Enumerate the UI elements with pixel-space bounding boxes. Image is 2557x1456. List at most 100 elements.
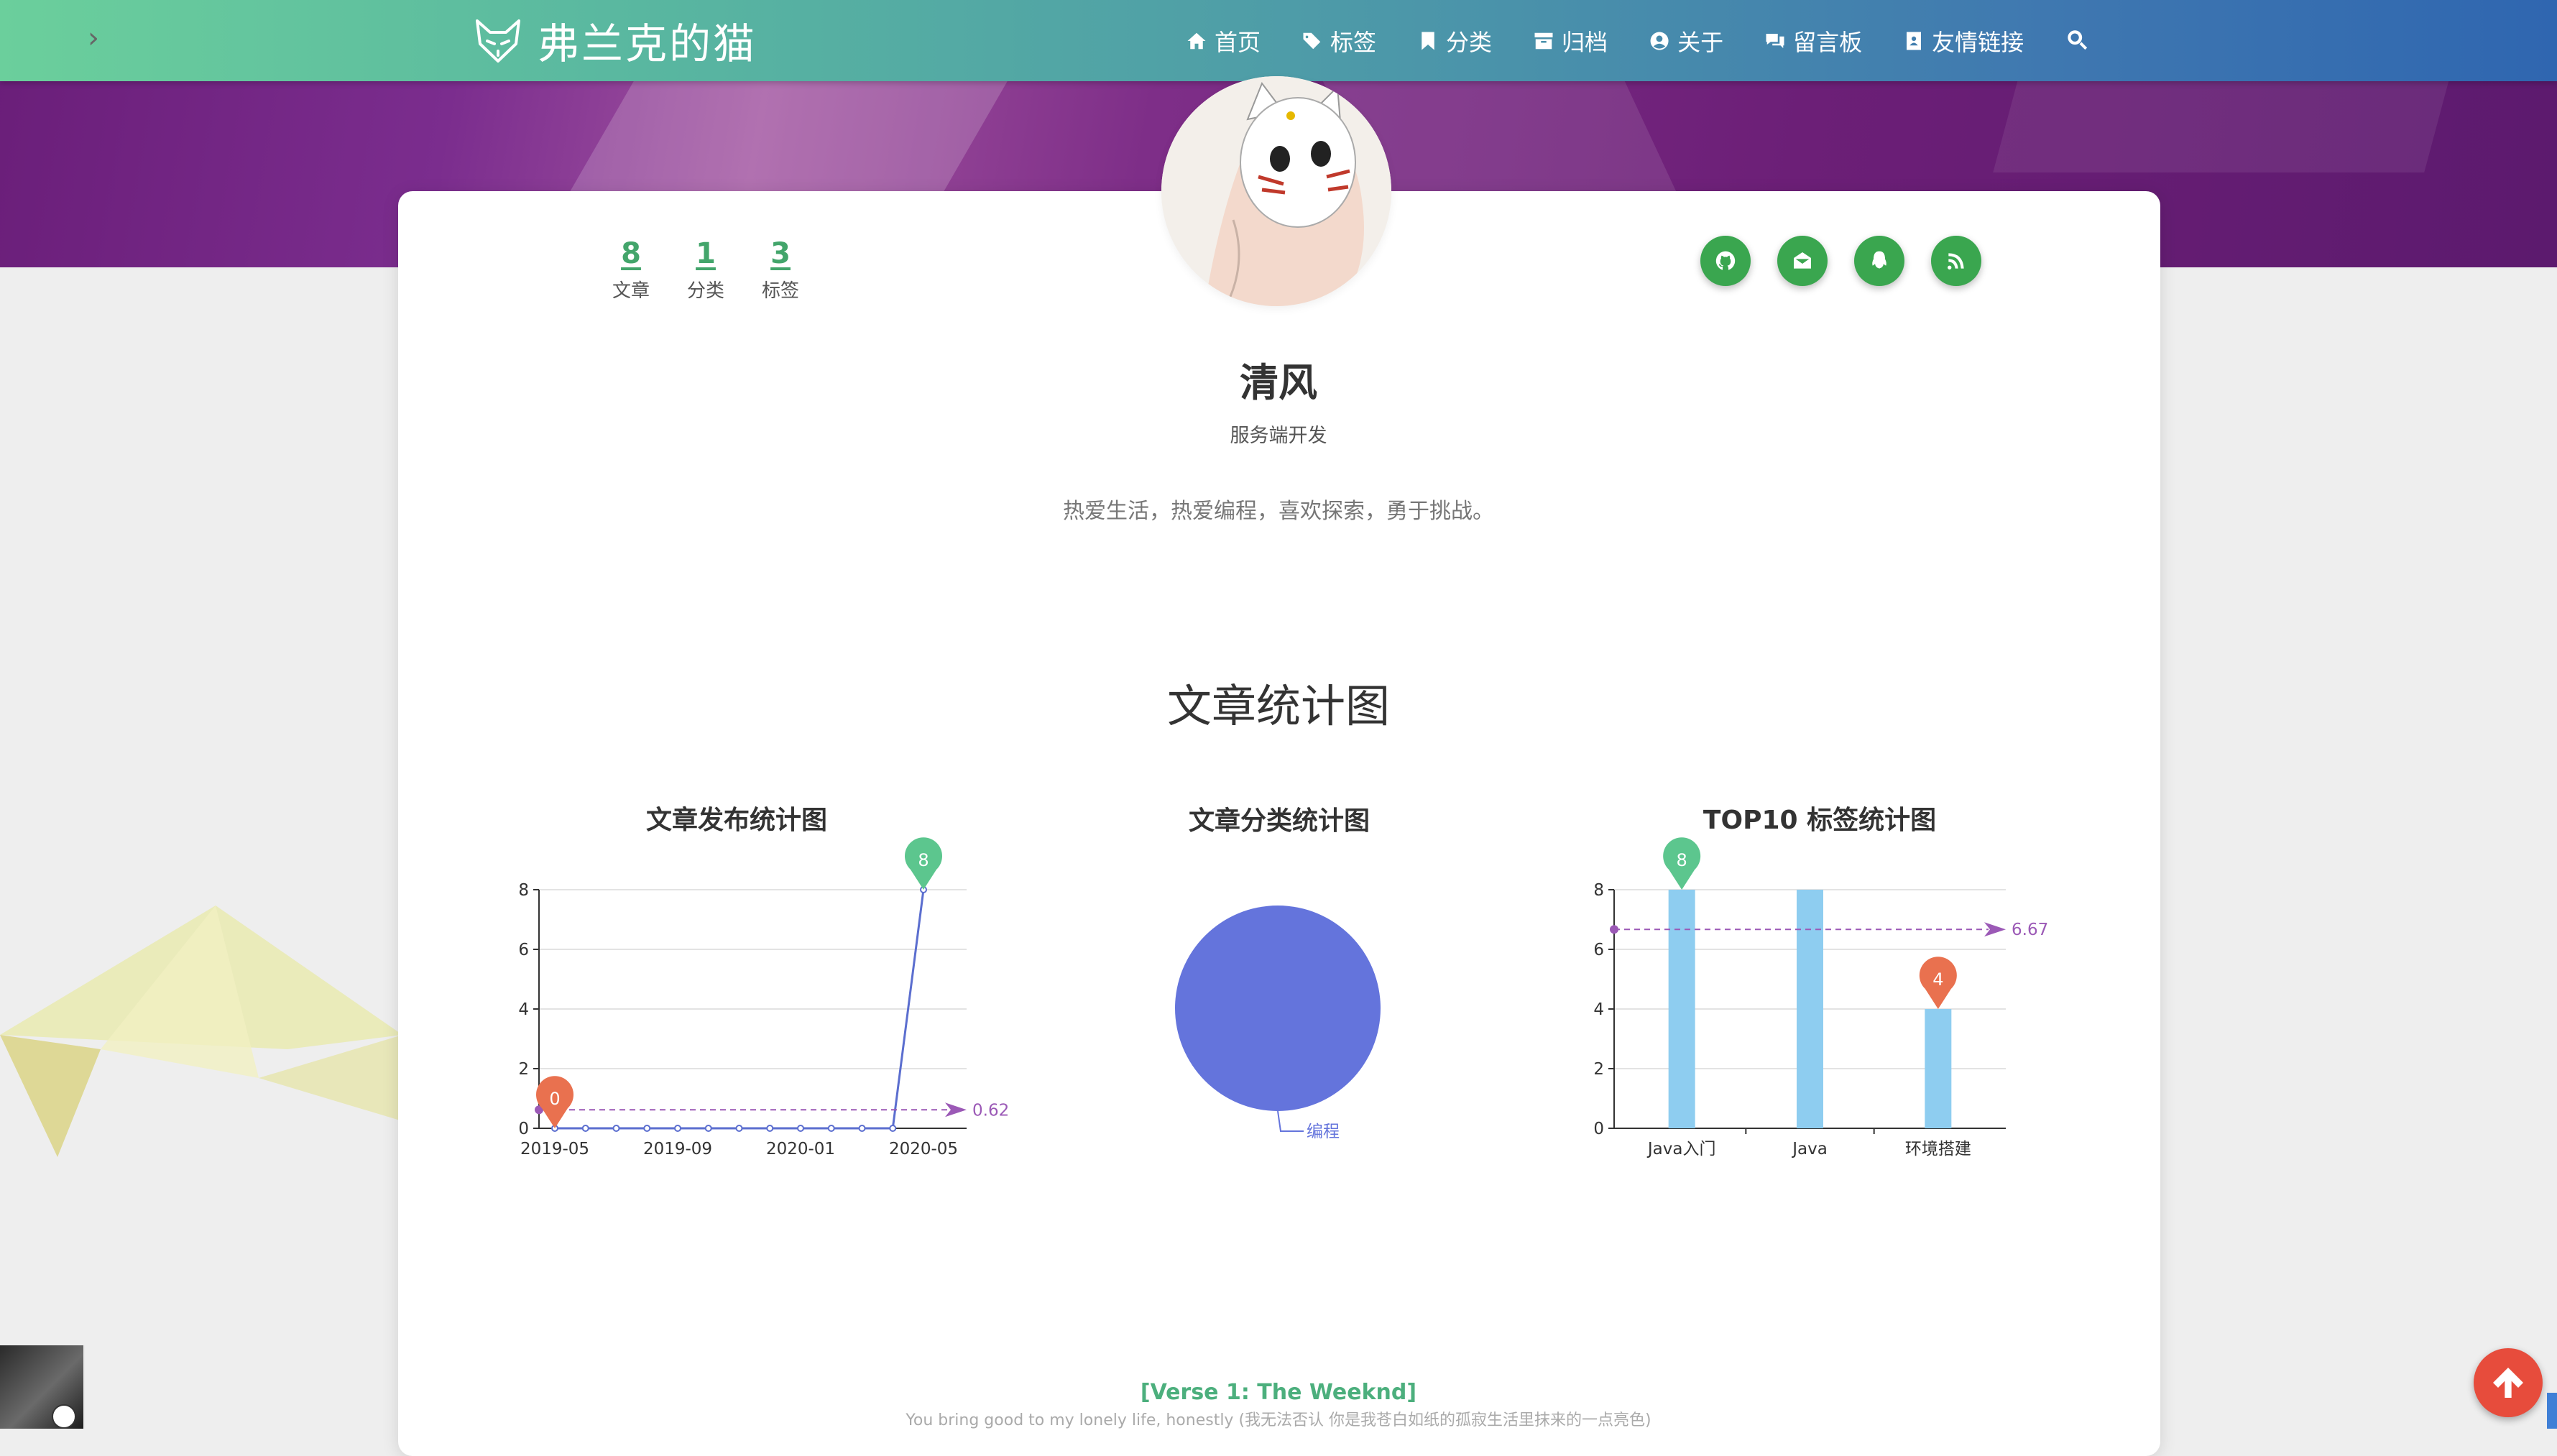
min-marker: 4 — [1919, 957, 1957, 1009]
github-button[interactable] — [1700, 236, 1751, 286]
nav-item-about[interactable]: 关于 — [1649, 24, 1723, 57]
min-marker: 0 — [536, 1076, 573, 1128]
arrow-up-icon — [2493, 1368, 2523, 1398]
stat-label: 文章 — [612, 280, 650, 302]
data-point — [643, 1125, 651, 1132]
search-icon — [2068, 29, 2088, 50]
lyrics-title: [Verse 1: The Weeknd] — [1140, 1380, 1417, 1405]
email-button[interactable] — [1777, 236, 1828, 286]
pie-slice — [1175, 906, 1381, 1111]
y-tick-label: 8 — [1593, 881, 1604, 900]
publish-line-chart[interactable]: 0 2 4 6 8 2019-05 2019-09 2020-01 2020-05 0.62 8 0 — [503, 819, 1009, 1164]
y-tick-label: 4 — [1593, 1000, 1604, 1019]
x-tick-label: Java入门 — [1646, 1140, 1716, 1158]
comments-icon — [1766, 33, 1784, 48]
data-point — [581, 1125, 589, 1132]
main-nav: 首页 标签 分类 归档 关于 留言板 友情链接 — [1186, 0, 2089, 81]
data-point — [797, 1125, 804, 1132]
y-tick-label: 6 — [1593, 941, 1604, 959]
qq-icon — [1872, 251, 1886, 269]
profile-name: 清风 — [1240, 360, 1317, 405]
data-point — [674, 1125, 681, 1132]
stat-value: 3 — [770, 237, 791, 270]
nav-item-label: 归档 — [1562, 28, 1608, 56]
average-label: 0.62 — [972, 1101, 1009, 1120]
home-icon — [1187, 32, 1206, 49]
stat-value: 1 — [696, 237, 716, 270]
bar — [1668, 890, 1695, 1128]
player-toggle-arrow[interactable]: › — [88, 22, 99, 55]
y-tick-label: 2 — [1593, 1060, 1604, 1079]
cat-mask-illustration — [1161, 76, 1391, 306]
avatar[interactable] — [1161, 76, 1391, 306]
qq-button[interactable] — [1854, 236, 1904, 286]
pause-icon[interactable] — [52, 1404, 76, 1429]
rss-icon — [1948, 253, 1964, 269]
tag-bar-chart[interactable]: 0 2 4 6 8 Java入门 Java 环境搭建 6.67 8 4 — [1588, 819, 2077, 1164]
nav-item-friend-links[interactable]: 友情链接 — [1903, 24, 2024, 57]
data-point — [766, 1125, 774, 1132]
nav-item-label: 标签 — [1330, 28, 1377, 56]
chart-title-category: 文章分类统计图 — [1188, 806, 1370, 836]
rss-button[interactable] — [1931, 236, 1981, 286]
archive-icon — [1534, 32, 1553, 49]
github-icon — [1715, 251, 1736, 270]
bar — [1925, 1009, 1952, 1128]
side-tab[interactable] — [2547, 1393, 2557, 1429]
min-marker-label: 0 — [549, 1089, 560, 1109]
bookmark-icon — [1422, 32, 1434, 50]
navbar: 弗兰克的猫 首页 标签 分类 归档 关于 留言板 友情链接 — [0, 0, 2557, 81]
address-book-icon — [1907, 32, 1922, 50]
x-tick-label: 2019-05 — [520, 1140, 589, 1158]
category-pie-chart[interactable]: 编程 — [1121, 862, 1437, 1164]
x-tick-label: Java — [1791, 1140, 1828, 1158]
section-title: 文章统计图 — [1166, 680, 1390, 732]
x-tick-label: 2020-01 — [766, 1140, 835, 1158]
y-tick-label: 4 — [518, 1000, 529, 1019]
nav-item-archive[interactable]: 归档 — [1533, 24, 1608, 57]
nav-item-tags[interactable]: 标签 — [1301, 24, 1376, 57]
tags-icon — [1303, 32, 1321, 49]
nav-item-label: 留言板 — [1793, 28, 1863, 56]
stat-categories[interactable]: 1 分类 — [687, 237, 724, 303]
y-tick-label: 6 — [518, 941, 529, 959]
fox-icon — [476, 19, 520, 63]
data-point — [735, 1125, 743, 1132]
nav-item-label: 友情链接 — [1932, 28, 2024, 56]
nav-item-home[interactable]: 首页 — [1186, 24, 1261, 57]
bar — [1797, 890, 1823, 1128]
max-marker-label: 8 — [1677, 850, 1687, 870]
nav-item-label: 首页 — [1215, 28, 1261, 56]
lyrics-line: You bring good to my lonely life, honest… — [906, 1411, 1651, 1429]
max-marker-label: 8 — [918, 850, 929, 870]
stat-label: 分类 — [687, 280, 725, 302]
nav-item-guestbook[interactable]: 留言板 — [1764, 24, 1862, 57]
y-tick-label: 2 — [518, 1060, 529, 1079]
nav-item-label: 分类 — [1446, 28, 1493, 56]
data-point — [858, 1125, 866, 1132]
x-tick-label: 环境搭建 — [1905, 1140, 1971, 1158]
nav-item-categories[interactable]: 分类 — [1417, 24, 1492, 57]
data-point — [889, 1125, 897, 1132]
email-icon — [1794, 252, 1811, 269]
user-circle-icon — [1650, 32, 1669, 50]
data-point — [827, 1125, 835, 1132]
site-title: 弗兰克的猫 — [538, 19, 757, 68]
average-label: 6.67 — [2012, 921, 2048, 939]
stat-label: 标签 — [762, 280, 800, 302]
pie-label-line — [1277, 1110, 1304, 1132]
stat-articles[interactable]: 8 文章 — [612, 237, 650, 303]
music-player[interactable] — [0, 1345, 85, 1429]
max-marker: 8 — [1663, 837, 1701, 890]
pie-slice-label: 编程 — [1307, 1123, 1340, 1141]
profile-stats: 8 文章 1 分类 3 标签 — [612, 237, 837, 303]
data-point — [704, 1125, 712, 1132]
social-links — [1700, 236, 2008, 286]
nav-item-label: 关于 — [1677, 28, 1724, 56]
x-tick-label: 2019-09 — [643, 1140, 712, 1158]
max-marker: 8 — [905, 837, 942, 890]
back-to-top-button[interactable] — [2474, 1348, 2543, 1417]
site-brand[interactable]: 弗兰克的猫 — [473, 10, 757, 70]
search-button[interactable] — [2065, 27, 2089, 55]
stat-tags[interactable]: 3 标签 — [762, 237, 799, 303]
